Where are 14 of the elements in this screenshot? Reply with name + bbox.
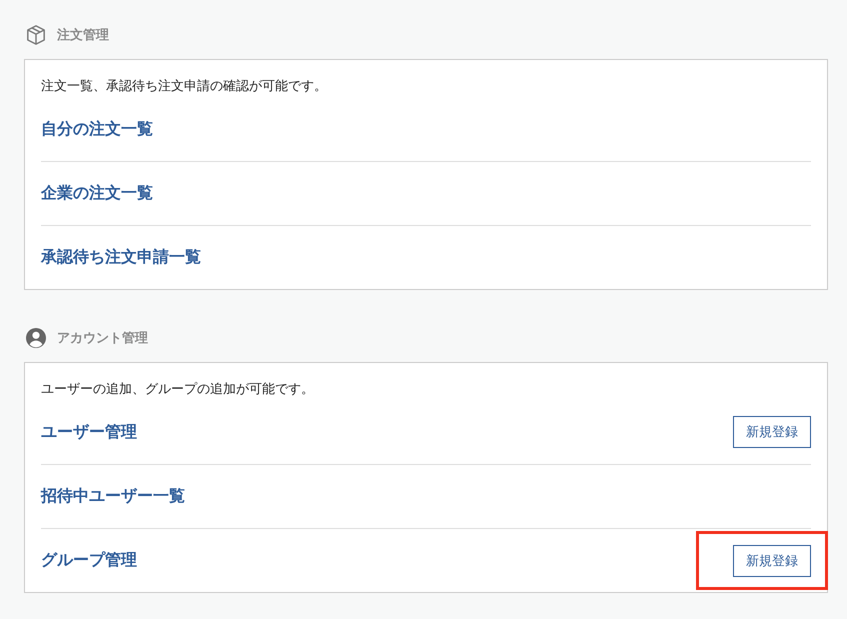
section-description: 注文一覧、承認待ち注文申請の確認が可能です。	[41, 78, 328, 96]
section-description: ユーザーの追加、グループの追加が可能です。	[41, 381, 315, 399]
register-button[interactable]: 新規登録	[733, 416, 811, 448]
section-title: アカウント管理	[57, 330, 148, 347]
register-button[interactable]: 新規登録	[733, 545, 811, 577]
section-link[interactable]: グループ管理	[41, 550, 137, 571]
section-link[interactable]: 招待中ユーザー一覧	[41, 486, 185, 507]
section-link[interactable]: 自分の注文一覧	[41, 118, 153, 140]
user-account-icon	[26, 328, 46, 348]
box-icon	[26, 25, 46, 45]
section-link[interactable]: 承認待ち注文申請一覧	[41, 247, 201, 268]
section-link[interactable]: 企業の注文一覧	[41, 183, 153, 204]
section-link[interactable]: ユーザー管理	[41, 422, 137, 442]
section-title: 注文管理	[57, 26, 109, 44]
